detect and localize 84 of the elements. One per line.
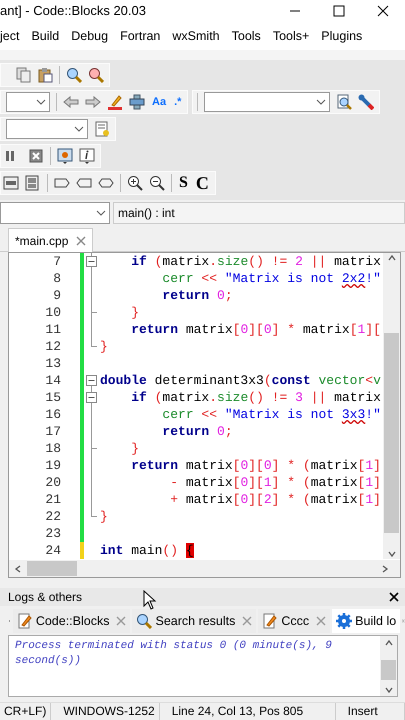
forward-arrow-icon[interactable] xyxy=(85,94,101,110)
gear-icon xyxy=(336,613,352,629)
pencil-icon xyxy=(262,613,278,629)
code-line: cerr << "Matrix is not 3x3!" xyxy=(161,406,381,423)
chevron-icon xyxy=(96,209,106,217)
chevron-icon xyxy=(316,98,326,106)
dropdown[interactable] xyxy=(6,119,88,139)
panel-icon[interactable] xyxy=(25,175,41,191)
document-icon[interactable] xyxy=(94,121,110,137)
editor-tab[interactable]: *main.cpp xyxy=(8,228,94,252)
code-line: - matrix[0][1] * (matrix[1] xyxy=(169,474,381,491)
toolbar-button[interactable]: C xyxy=(194,175,210,191)
info-icon[interactable] xyxy=(79,148,95,164)
wrench-icon[interactable] xyxy=(358,94,374,110)
menu-item[interactable]: Fortran xyxy=(120,26,160,46)
log-tab[interactable]: Build lo xyxy=(332,609,400,633)
log-tab[interactable]: Cccc xyxy=(258,609,330,633)
code-line: return 0; xyxy=(161,423,233,440)
back-arrow-icon[interactable] xyxy=(63,94,79,110)
debug-window-icon[interactable] xyxy=(57,148,73,164)
window-icon[interactable] xyxy=(3,175,19,191)
pen-icon[interactable] xyxy=(107,94,123,110)
toolbar-button[interactable]: S xyxy=(178,175,189,191)
code-line: + matrix[0][2] * (matrix[1] xyxy=(169,491,381,508)
code-line: } xyxy=(100,508,108,525)
chevron-icon xyxy=(36,98,46,106)
vertical-scrollbar[interactable] xyxy=(383,253,400,560)
code-line: return matrix[0][0] * matrix[1][ xyxy=(130,321,381,338)
code-line: } xyxy=(130,440,140,457)
scroll-up-icon[interactable] xyxy=(386,253,397,263)
fold-toggle-icon[interactable] xyxy=(86,375,97,386)
cursor-position-status: Line 24, Col 13, Pos 805 xyxy=(168,703,336,720)
insert-mode-status: Insert xyxy=(344,703,405,720)
zoom-in-icon[interactable] xyxy=(127,175,143,191)
stop-icon[interactable] xyxy=(28,148,44,164)
menu-item[interactable]: Plugins xyxy=(321,26,362,46)
column-icon[interactable] xyxy=(129,94,145,110)
mouse-pointer-icon xyxy=(143,590,157,610)
function-dropdown[interactable]: main() : int xyxy=(113,202,405,224)
fold-toggle-icon[interactable] xyxy=(86,256,97,267)
vertical-scrollbar[interactable] xyxy=(380,636,397,696)
close-icon[interactable] xyxy=(389,592,399,602)
scroll-thumb[interactable] xyxy=(27,561,77,576)
menu-item[interactable]: ject xyxy=(0,26,20,46)
search-icon[interactable] xyxy=(66,67,82,83)
code-line: } xyxy=(130,304,140,321)
log-message: Process terminated with status 0 (0 minute(s), 9 second(s)) xyxy=(14,639,333,669)
code-line: if (matrix.size() != 2 || matrix xyxy=(130,253,381,270)
log-tab[interactable]: Code::Blocks xyxy=(12,609,130,633)
zoom-out-icon[interactable] xyxy=(149,175,165,191)
code-line: cerr << "Matrix is not 2x2!" xyxy=(161,270,381,287)
line-ending-status: CR+LF) xyxy=(0,703,52,720)
horizontal-scrollbar[interactable] xyxy=(9,560,400,577)
scroll-thumb[interactable] xyxy=(381,660,396,680)
search-icon xyxy=(136,613,152,629)
panel-title: Logs & others xyxy=(8,589,82,606)
menu-item[interactable]: Tools xyxy=(232,26,261,46)
chevron-icon xyxy=(74,125,84,133)
menu-item[interactable]: Debug xyxy=(71,26,108,46)
menu-item[interactable]: Tools+ xyxy=(272,26,310,46)
match-case-toggle[interactable]: Aa xyxy=(151,94,168,110)
code-line: double determinant3x3(const vector<v xyxy=(100,372,381,389)
code-line: } xyxy=(100,338,108,355)
encoding-status: WINDOWS-1252 xyxy=(59,703,160,720)
search-field[interactable] xyxy=(204,92,330,112)
dropdown[interactable] xyxy=(6,92,50,112)
menu-item[interactable]: Build xyxy=(31,26,60,46)
fold-toggle-icon[interactable] xyxy=(86,392,97,403)
code-line: if (matrix.size() != 3 || matrix xyxy=(130,389,381,406)
window-title: ant] - Code::Blocks 20.03 xyxy=(0,2,147,20)
scroll-thumb[interactable] xyxy=(384,333,400,533)
menu-item[interactable]: wxSmith xyxy=(172,26,220,46)
file-search-icon[interactable] xyxy=(336,94,352,110)
copy-icon[interactable] xyxy=(15,67,31,83)
paste-icon[interactable] xyxy=(37,67,53,83)
scroll-down-icon[interactable] xyxy=(386,549,397,560)
code-line: return 0; xyxy=(161,287,233,304)
regex-toggle[interactable]: .* xyxy=(173,94,182,110)
magnifier-icon[interactable] xyxy=(88,67,104,83)
log-tab[interactable]: Search results xyxy=(132,609,256,633)
code-line: return matrix[0][0] * (matrix[1] xyxy=(130,457,381,474)
code-line: int main() { xyxy=(100,542,194,559)
scope-dropdown[interactable] xyxy=(0,202,110,224)
pencil-icon xyxy=(16,613,33,629)
